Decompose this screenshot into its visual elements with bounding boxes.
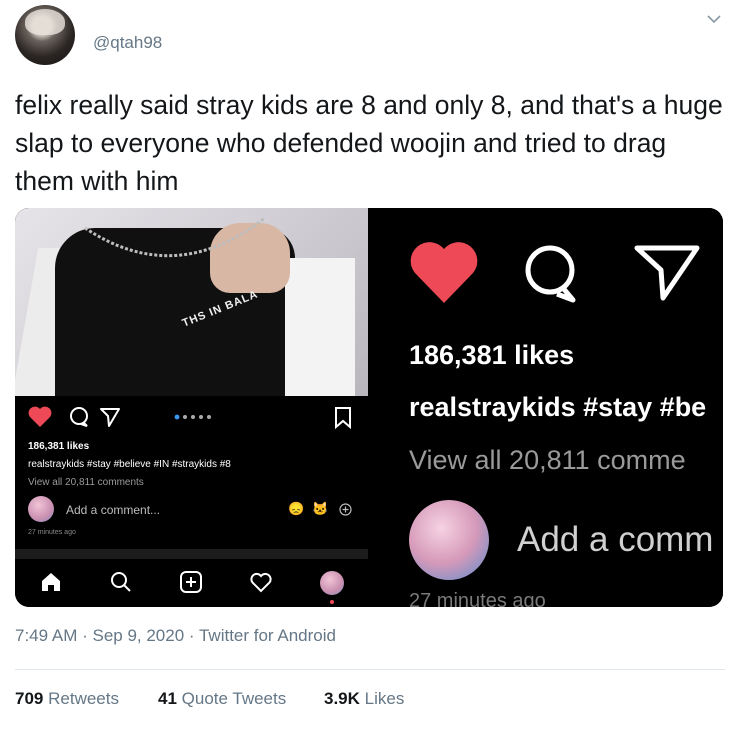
activity-heart-icon[interactable] [249,570,273,594]
quote-tweets-stat[interactable]: 41 Quote Tweets [158,689,286,709]
add-comment-zoomed[interactable]: Add a comm [517,520,713,560]
user-handle[interactable]: @qtah98 [93,33,162,53]
media-image-right[interactable]: 186,381 likes realstraykids #stay #be Vi… [371,208,723,607]
divider [15,669,725,670]
divider-bar [15,549,368,559]
retweets-stat[interactable]: 709 Retweets [15,689,119,709]
commenter-avatar-zoomed [409,500,489,580]
caption: realstraykids #stay #believe #IN #strayk… [28,459,231,470]
notification-dot [330,600,334,604]
profile-avatar[interactable] [320,571,344,595]
media-image-left[interactable]: THS IN BALA 186,381 likes realstraykids … [15,208,368,607]
likes-count: 186,381 likes [28,441,90,452]
caption-zoomed: realstraykids #stay #be [409,392,707,422]
heart-icon[interactable] [27,405,53,429]
home-icon[interactable] [39,570,63,594]
carousel-dots [174,414,211,420]
comment-icon[interactable] [521,242,581,304]
new-post-icon[interactable] [179,570,203,594]
view-comments-link[interactable]: View all 20,811 comments [28,477,144,488]
search-icon[interactable] [109,570,133,594]
tweet-text: felix really said stray kids are 8 and o… [15,90,723,196]
comment-icon[interactable] [68,406,90,428]
photo: THS IN BALA [15,208,368,396]
emoji-cat[interactable]: 🐱 [312,501,328,517]
likes-stat[interactable]: 3.9K Likes [324,689,404,709]
add-emoji-icon[interactable] [339,503,352,516]
heart-icon[interactable] [409,240,479,306]
emoji-sad[interactable]: 😞 [288,501,304,517]
view-comments-zoomed[interactable]: View all 20,811 comme [409,445,686,476]
tweet-timestamp[interactable]: 7:49 AM · Sep 9, 2020 · Twitter for Andr… [15,626,336,646]
tweet-media[interactable]: THS IN BALA 186,381 likes realstraykids … [15,208,723,607]
add-comment-input[interactable]: Add a comment... [66,503,160,517]
share-icon[interactable] [99,406,121,428]
user-avatar[interactable] [15,5,75,65]
likes-count-zoomed: 186,381 likes [409,340,575,370]
chevron-down-icon[interactable] [706,11,722,27]
share-icon[interactable] [633,242,701,302]
post-time: 27 minutes ago [28,529,76,536]
commenter-avatar [28,496,54,522]
post-time-zoomed: 27 minutes ago [409,590,546,607]
bookmark-icon[interactable] [333,406,353,430]
chain-necklace [84,216,266,258]
